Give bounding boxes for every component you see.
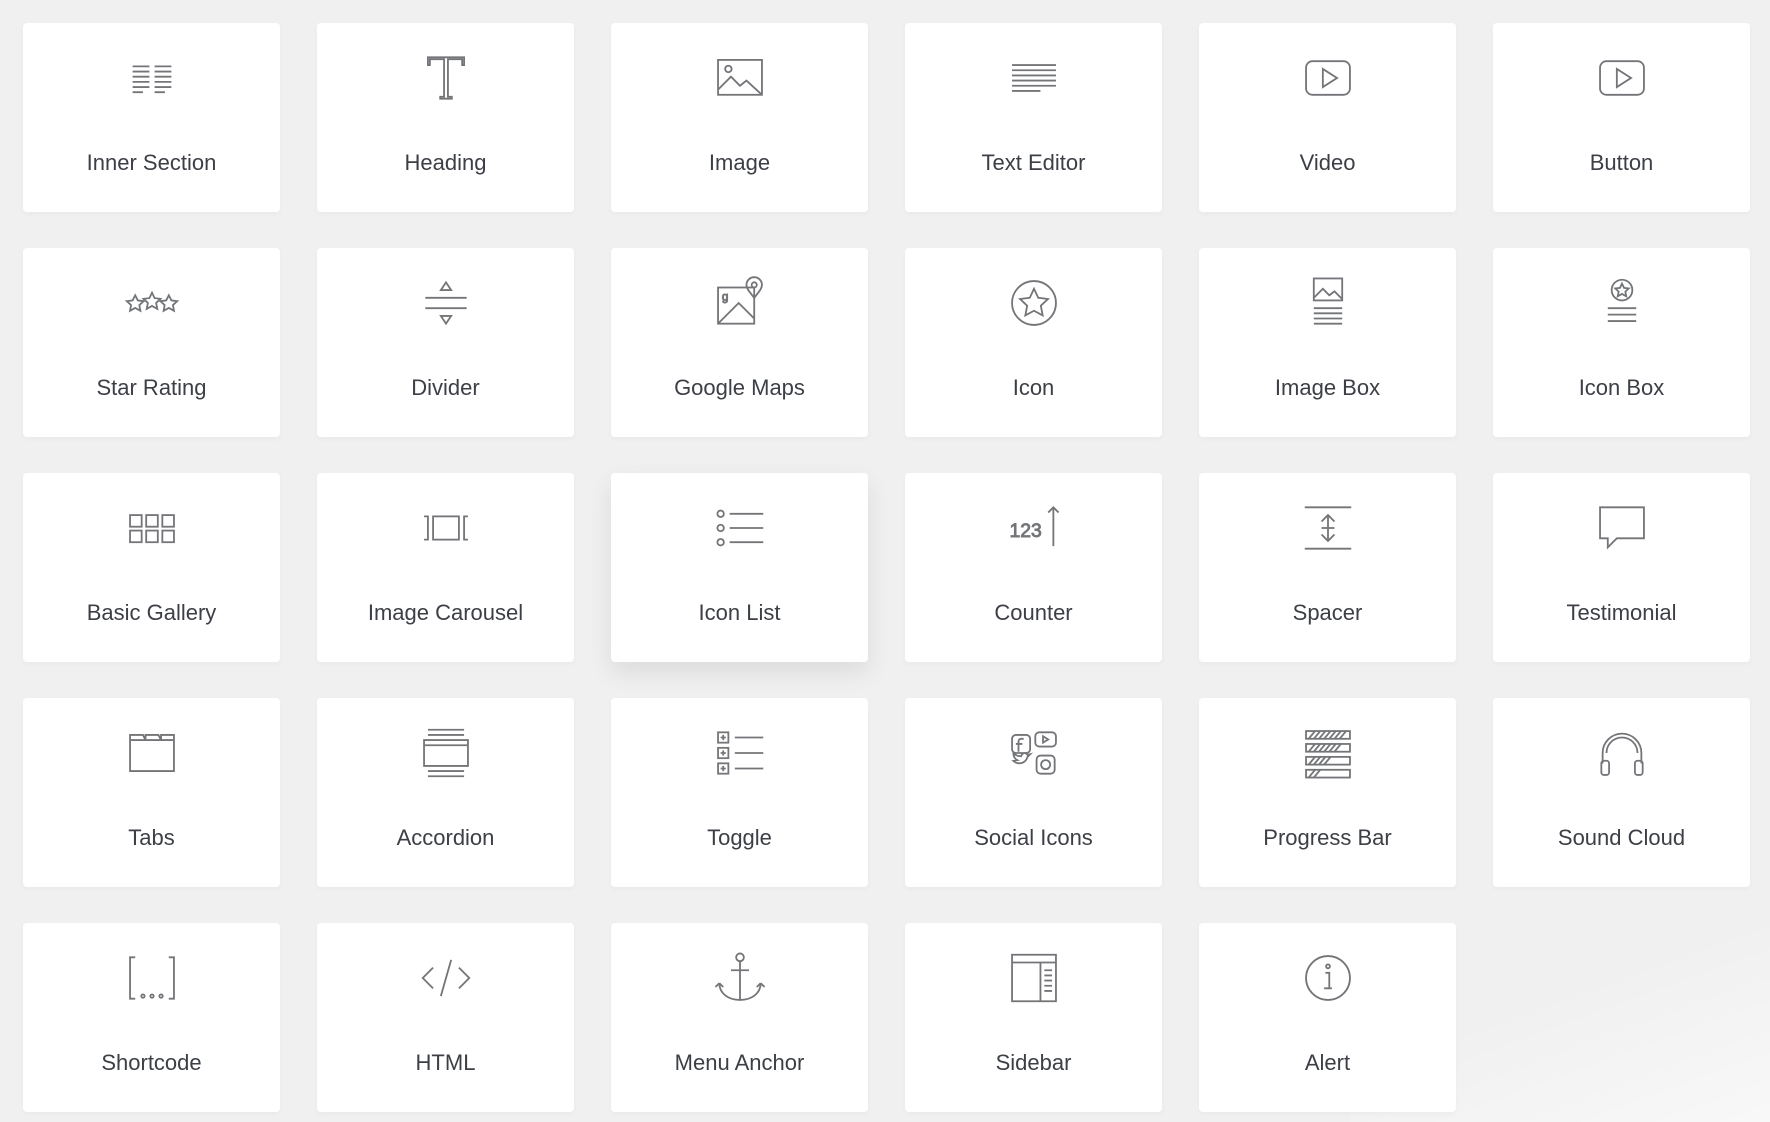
widget-divider[interactable]: Divider: [317, 248, 574, 437]
button-play-icon: [1591, 47, 1653, 109]
widget-basic-gallery[interactable]: Basic Gallery: [23, 473, 280, 662]
code-icon: [415, 947, 477, 1009]
widget-menu-anchor[interactable]: Menu Anchor: [611, 923, 868, 1112]
widget-sidebar[interactable]: Sidebar: [905, 923, 1162, 1112]
widget-tabs[interactable]: Tabs: [23, 698, 280, 887]
widget-label: Sidebar: [995, 1050, 1072, 1075]
carousel-icon: [415, 497, 477, 559]
columns-icon: [121, 47, 183, 109]
progress-bars-icon: [1297, 722, 1359, 784]
widget-accordion[interactable]: Accordion: [317, 698, 574, 887]
widget-button[interactable]: Button: [1493, 23, 1750, 212]
widget-testimonial[interactable]: Testimonial: [1493, 473, 1750, 662]
map-pin-icon: g: [709, 272, 771, 334]
widget-label: Image: [708, 150, 771, 175]
widget-label: Text Editor: [981, 150, 1086, 175]
widget-label: Google Maps: [674, 375, 805, 400]
toggle-list-icon: [709, 722, 771, 784]
text-lines-icon: [1003, 47, 1065, 109]
divider-icon: [415, 272, 477, 334]
widget-label: Toggle: [707, 825, 772, 850]
widget-grid: Inner Section Heading Image Text Editor Vide…: [23, 23, 1750, 1112]
widget-label: Progress Bar: [1263, 825, 1392, 850]
widget-image-carousel[interactable]: Image Carousel: [317, 473, 574, 662]
anchor-icon: [709, 947, 771, 1009]
widget-text-editor[interactable]: Text Editor: [905, 23, 1162, 212]
svg-text:123: 123: [1009, 520, 1041, 542]
widget-spacer[interactable]: Spacer: [1199, 473, 1456, 662]
widget-google-maps[interactable]: g Google Maps: [611, 248, 868, 437]
icon-box-icon: [1591, 272, 1653, 334]
social-icon: [1003, 722, 1065, 784]
widget-progress-bar[interactable]: Progress Bar: [1199, 698, 1456, 887]
widget-toggle[interactable]: Toggle: [611, 698, 868, 887]
widget-label: Spacer: [1292, 600, 1363, 625]
info-circle-icon: [1297, 947, 1359, 1009]
widget-counter[interactable]: 123 Counter: [905, 473, 1162, 662]
video-play-icon: [1297, 47, 1359, 109]
widget-label: Star Rating: [96, 375, 207, 400]
widget-star-rating[interactable]: Star Rating: [23, 248, 280, 437]
widget-label: Heading: [404, 150, 487, 175]
widget-social-icons[interactable]: Social Icons: [905, 698, 1162, 887]
widget-icon[interactable]: Icon: [905, 248, 1162, 437]
widget-sound-cloud[interactable]: Sound Cloud: [1493, 698, 1750, 887]
widget-label: Testimonial: [1566, 600, 1677, 625]
speech-bubble-icon: [1591, 497, 1653, 559]
widget-label: Video: [1299, 150, 1356, 175]
svg-text:g: g: [721, 290, 727, 303]
widget-icon-list[interactable]: Icon List: [611, 473, 868, 662]
widget-icon-box[interactable]: Icon Box: [1493, 248, 1750, 437]
widget-label: Basic Gallery: [86, 600, 217, 625]
widget-label: Sound Cloud: [1557, 825, 1686, 850]
stars-icon: [121, 272, 183, 334]
widget-inner-section[interactable]: Inner Section: [23, 23, 280, 212]
image-box-icon: [1297, 272, 1359, 334]
widget-label: Shortcode: [101, 1050, 202, 1075]
widget-label: Tabs: [128, 825, 175, 850]
widget-alert[interactable]: Alert: [1199, 923, 1456, 1112]
accordion-icon: [415, 722, 477, 784]
widget-label: Counter: [994, 600, 1073, 625]
list-bullets-icon: [709, 497, 771, 559]
widget-label: Menu Anchor: [674, 1050, 805, 1075]
sidebar-icon: [1003, 947, 1065, 1009]
widget-heading[interactable]: Heading: [317, 23, 574, 212]
star-circle-icon: [1003, 272, 1065, 334]
widget-image[interactable]: Image: [611, 23, 868, 212]
widget-label: Accordion: [396, 825, 495, 850]
image-icon: [709, 47, 771, 109]
widget-label: Image Box: [1274, 375, 1381, 400]
spacer-icon: [1297, 497, 1359, 559]
widget-label: Icon List: [698, 600, 781, 625]
widget-label: Icon Box: [1578, 375, 1665, 400]
widget-label: Inner Section: [86, 150, 217, 175]
widget-html[interactable]: HTML: [317, 923, 574, 1112]
widget-label: Alert: [1304, 1050, 1351, 1075]
folder-tabs-icon: [121, 722, 183, 784]
widget-image-box[interactable]: Image Box: [1199, 248, 1456, 437]
widget-label: Icon: [1012, 375, 1055, 400]
widget-label: Divider: [411, 375, 480, 400]
counter-icon: 123: [1003, 497, 1065, 559]
widget-label: Social Icons: [974, 825, 1093, 850]
widget-label: HTML: [415, 1050, 476, 1075]
widget-label: Button: [1589, 150, 1654, 175]
widget-label: Image Carousel: [367, 600, 524, 625]
gallery-grid-icon: [121, 497, 183, 559]
widget-shortcode[interactable]: Shortcode: [23, 923, 280, 1112]
headphones-icon: [1591, 722, 1653, 784]
shortcode-icon: [121, 947, 183, 1009]
widget-video[interactable]: Video: [1199, 23, 1456, 212]
heading-t-icon: [415, 47, 477, 109]
